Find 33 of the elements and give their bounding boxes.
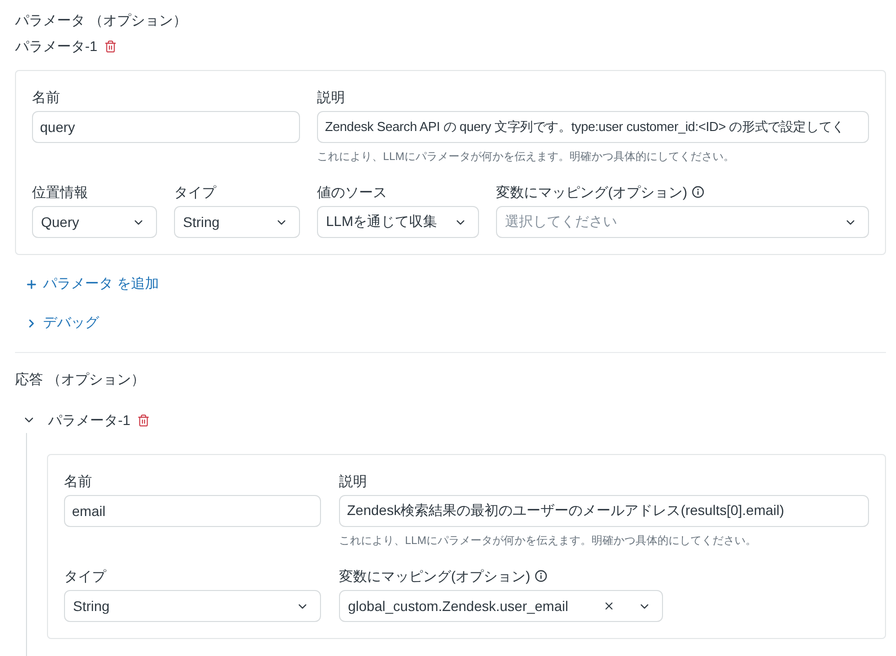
- type-select[interactable]: String: [174, 206, 300, 238]
- trash-icon[interactable]: [137, 414, 150, 426]
- close-icon[interactable]: [603, 600, 615, 612]
- name-field[interactable]: query: [32, 111, 300, 143]
- field-label: タイプ: [174, 183, 216, 202]
- field-label: 説明: [317, 88, 345, 107]
- plus-icon: [25, 278, 38, 290]
- field-label: 説明: [339, 472, 367, 491]
- hint-text: これにより、LLMにパラメータが何かを伝えます。明確かつ具体的にしてください。: [317, 150, 736, 165]
- hint-text: これにより、LLMにパラメータが何かを伝えます。明確かつ具体的にしてください。: [339, 534, 758, 549]
- add-parameter-button[interactable]: パラメータ を追加: [25, 274, 159, 294]
- mapping-select[interactable]: global_custom.Zendesk.user_email: [339, 590, 663, 622]
- info-icon[interactable]: [535, 570, 548, 582]
- source-select[interactable]: LLMを通じて収集: [317, 206, 479, 238]
- section-heading: 応答 （オプション）: [15, 370, 146, 389]
- field-label: 変数にマッピング(オプション): [496, 183, 688, 202]
- type-select[interactable]: String: [64, 590, 321, 622]
- field-label: 値のソース: [317, 183, 387, 202]
- field-label: タイプ: [64, 567, 106, 586]
- field-label: 変数にマッピング(オプション): [339, 567, 530, 586]
- field-label: 名前: [32, 88, 60, 107]
- parameter-title: パラメータ-1: [15, 37, 98, 56]
- section-heading: パラメータ （オプション）: [15, 11, 188, 30]
- info-icon[interactable]: [692, 186, 704, 198]
- location-select[interactable]: Query: [32, 206, 157, 238]
- debug-toggle[interactable]: デバッグ: [25, 313, 99, 333]
- parameter-title: パラメータ-1: [48, 411, 130, 430]
- field-label: 位置情報: [32, 183, 88, 202]
- name-field[interactable]: email: [64, 495, 321, 527]
- trash-icon[interactable]: [104, 40, 118, 52]
- description-field[interactable]: Zendesk検索結果の最初のユーザーのメールアドレス(results[0].email): [339, 495, 869, 527]
- field-label: 名前: [64, 472, 92, 491]
- description-field[interactable]: Zendesk Search API の query 文字列です。type:user customer_id:<ID> の形式で設定してく: [317, 111, 869, 143]
